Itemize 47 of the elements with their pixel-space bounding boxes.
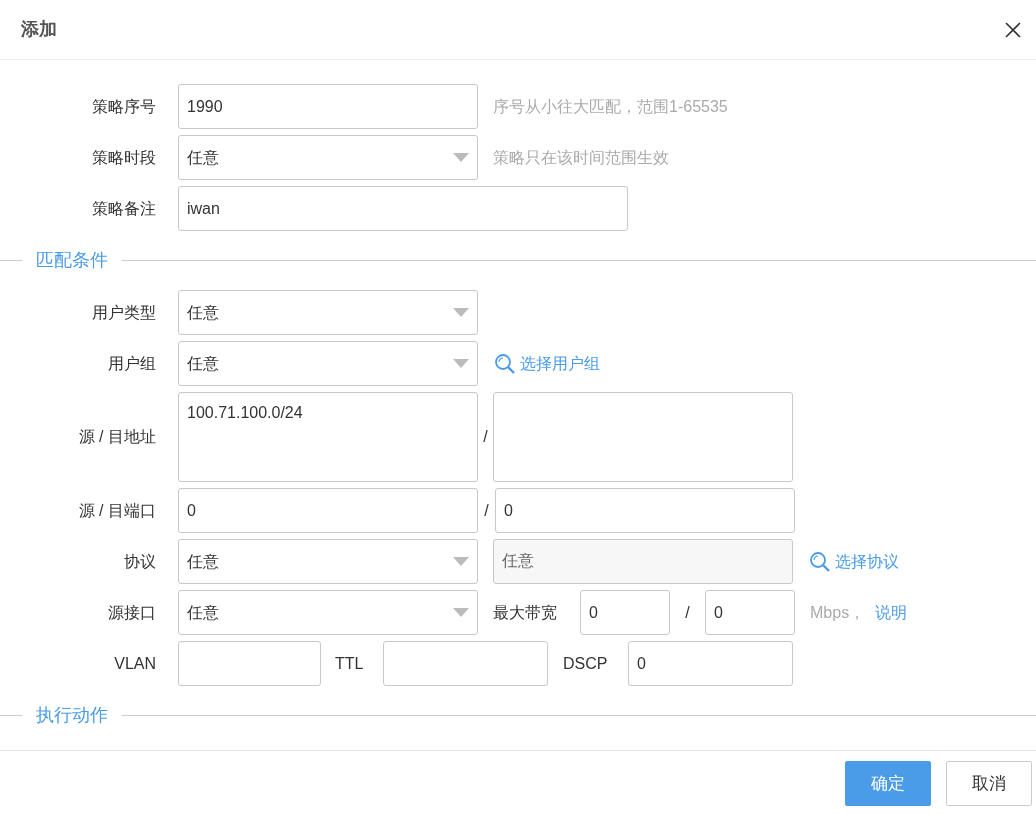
separator: / [483, 500, 490, 521]
input-field[interactable]: 0 [705, 590, 795, 635]
input-field[interactable]: 0 [495, 488, 795, 533]
dropdown[interactable]: 任意 [178, 590, 478, 635]
field-label: 策略时段 [91, 147, 156, 168]
field-label: 用户组 [107, 353, 156, 374]
input-field[interactable]: 0 [580, 590, 670, 635]
caret-icon [453, 557, 469, 566]
caret-icon [453, 608, 469, 617]
caret-icon [453, 308, 469, 317]
section-title: 匹配条件 [35, 249, 109, 272]
field-label: TTL [334, 653, 365, 674]
close-icon[interactable] [1004, 20, 1022, 39]
input-field[interactable]: iwan [178, 186, 628, 231]
field-label: 协议 [123, 551, 156, 572]
hint-text: 策略只在该时间范围生效 [493, 147, 669, 168]
separator: / [684, 602, 691, 623]
input-field[interactable]: 0 [178, 488, 478, 533]
field-label: DSCP [562, 653, 609, 674]
separator: / [482, 427, 489, 447]
dropdown[interactable]: 任意 [178, 341, 478, 386]
address-field[interactable] [493, 392, 793, 482]
field-label: 策略序号 [91, 96, 156, 117]
cancel-button[interactable]: 取消 [946, 761, 1032, 806]
field-label: 源 / 目端口 [77, 500, 156, 521]
field-label: 源 / 目地址 [77, 427, 156, 447]
hint-text: Mbps， [810, 602, 866, 623]
dropdown[interactable]: 任意 [178, 290, 478, 335]
address-field[interactable]: 100.71.100.0/24 [178, 392, 478, 482]
dropdown[interactable]: 任意 [178, 135, 478, 180]
search-icon [809, 550, 831, 573]
field-label: VLAN [113, 653, 156, 674]
field-label: 最大带宽 [493, 602, 558, 623]
dialog-title: 添加 [21, 18, 57, 41]
search-icon [494, 352, 516, 375]
field-label: 源接口 [107, 602, 156, 623]
field-label: 用户类型 [91, 302, 156, 323]
input-field[interactable] [383, 641, 548, 686]
dropdown[interactable]: 任意 [178, 539, 478, 584]
field-label: 策略备注 [91, 198, 156, 219]
input-field[interactable]: 1990 [178, 84, 478, 129]
section-title: 执行动作 [35, 704, 109, 727]
caret-icon [453, 153, 469, 162]
input-field[interactable] [178, 641, 321, 686]
caret-icon [453, 359, 469, 368]
hint-text: 序号从小往大匹配，范围1-65535 [493, 96, 728, 117]
input-field[interactable]: 0 [628, 641, 793, 686]
